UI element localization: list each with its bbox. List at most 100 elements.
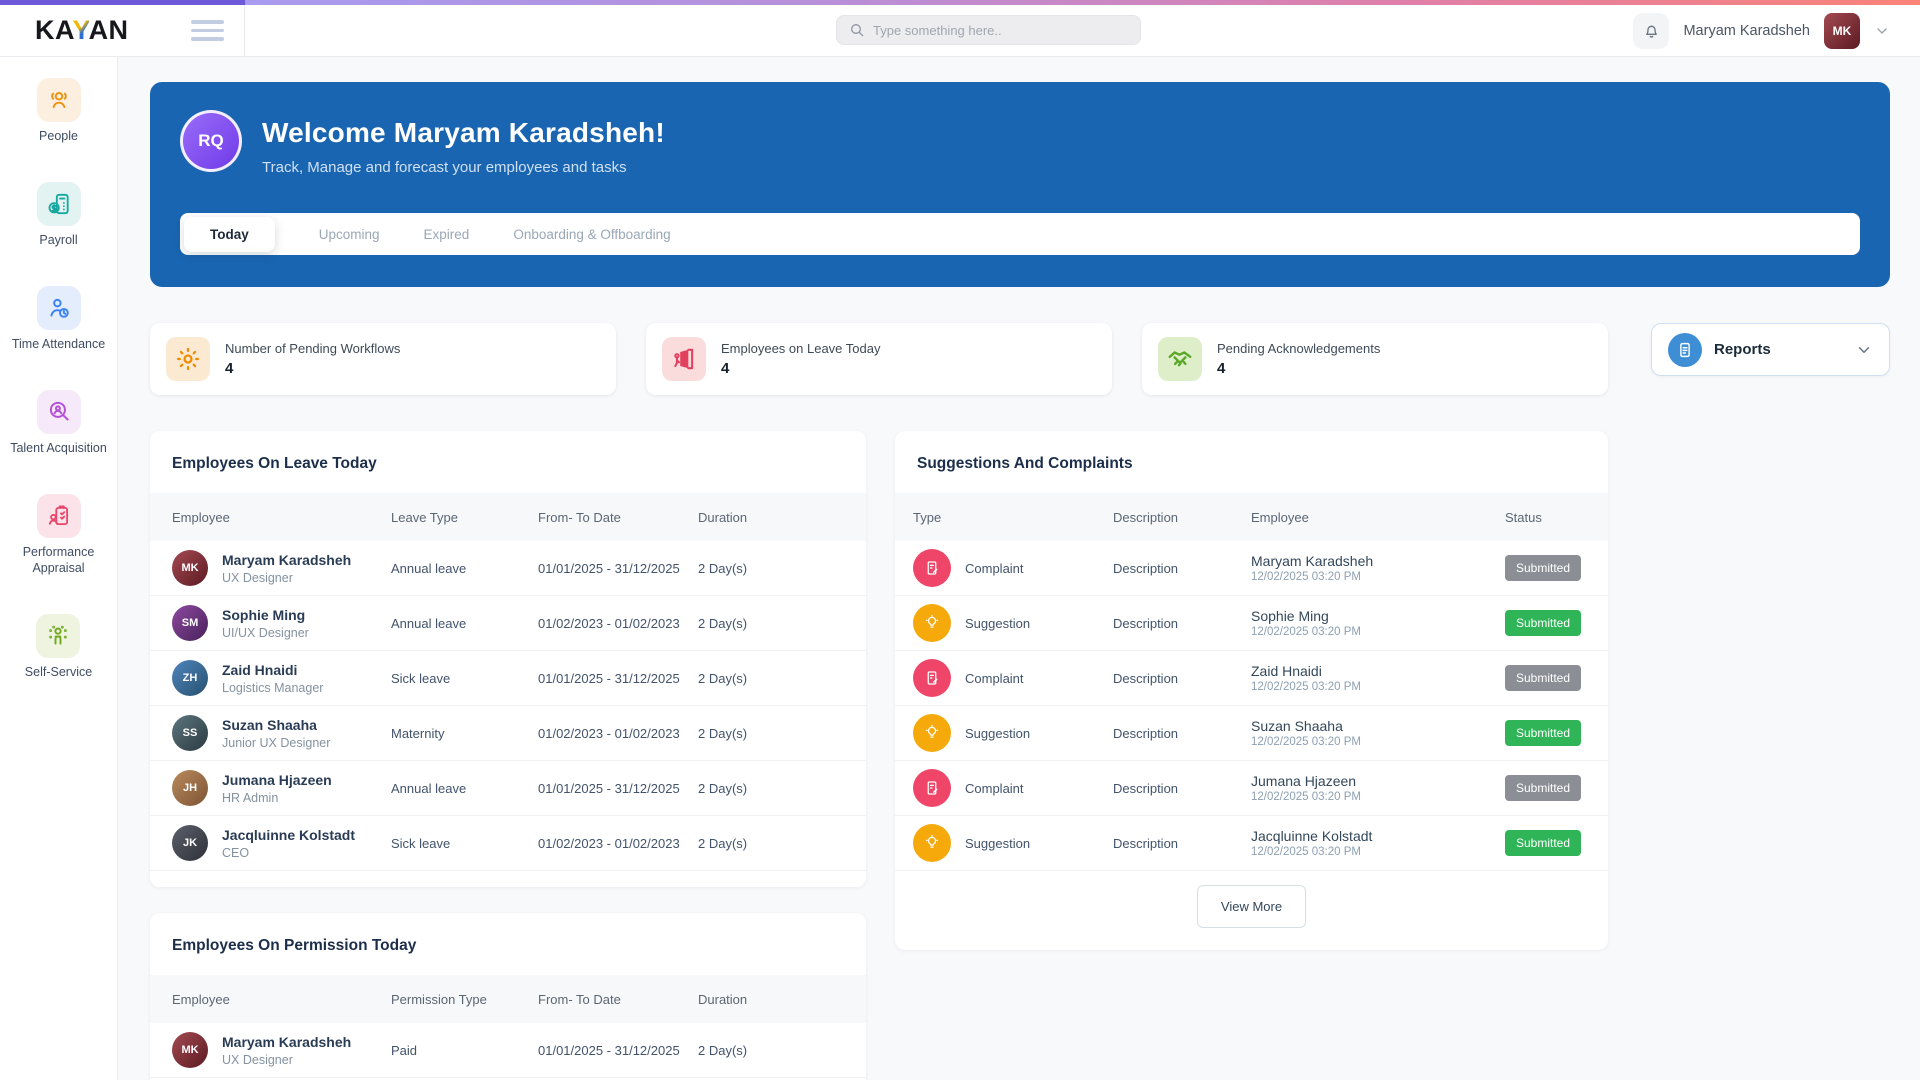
user-avatar[interactable]: MK <box>1824 13 1860 49</box>
stat-label: Pending Acknowledgements <box>1217 341 1381 356</box>
leave-type: Annual leave <box>391 780 467 796</box>
description: Description <box>1113 780 1179 796</box>
sidebar-item-performance-appraisal[interactable]: Performance Appraisal <box>4 494 114 576</box>
table-header: Employee Leave Type From- To Date Durati… <box>150 493 866 541</box>
type-label: Suggestion <box>965 725 1031 741</box>
status-badge: Submitted <box>1505 555 1582 581</box>
employee-name: Jumana Hjazeen <box>1251 773 1357 789</box>
date-range: 01/01/2025 - 31/12/2025 <box>538 1042 680 1058</box>
sidebar-item-people[interactable]: People <box>36 78 81 144</box>
sidebar-item-self-service[interactable]: Self-Service <box>25 614 92 680</box>
duration: 2 Day(s) <box>698 560 748 576</box>
stat-pending-acknowledgements: Pending Acknowledgements 4 <box>1142 323 1608 395</box>
description: Description <box>1113 725 1179 741</box>
sidebar-item-time-attendance[interactable]: Time Attendance <box>12 286 105 352</box>
main-content: RQ Welcome Maryam Karadsheh! Track, Mana… <box>118 57 1920 1080</box>
employee-name: Jacqluinne Kolstadt <box>1251 828 1373 844</box>
topbar: KAYAN Maryam Karadsheh MK <box>0 5 1920 57</box>
reports-label: Reports <box>1714 341 1771 358</box>
search-input[interactable] <box>873 22 1128 38</box>
chevron-down-icon[interactable] <box>1874 23 1890 39</box>
avatar: SM <box>172 605 208 641</box>
search-bar[interactable] <box>836 15 1141 45</box>
employee-name: Maryam Karadsheh <box>222 551 352 568</box>
table-header: Employee Permission Type From- To Date D… <box>150 975 866 1023</box>
date-range: 01/02/2023 - 01/02/2023 <box>538 835 680 851</box>
leave-type: Annual leave <box>391 560 467 576</box>
tab-onboarding-offboarding[interactable]: Onboarding & Offboarding <box>513 227 670 242</box>
card-title: Suggestions And Complaints <box>917 455 1133 472</box>
avatar: JH <box>172 770 208 806</box>
timestamp: 12/02/2025 03:20 PM <box>1251 681 1361 693</box>
table-header: Type Description Employee Status <box>895 493 1608 541</box>
stat-value: 4 <box>225 360 234 377</box>
handshake-icon <box>1158 337 1202 381</box>
chevron-down-icon <box>1858 346 1870 353</box>
reports-dropdown[interactable]: Reports <box>1651 323 1890 376</box>
performance-appraisal-icon <box>36 494 81 538</box>
tab-upcoming[interactable]: Upcoming <box>319 227 380 242</box>
permission-type: Paid <box>391 1042 418 1058</box>
welcome-subtitle: Track, Manage and forecast your employee… <box>262 159 627 176</box>
banner-tabs: Today Upcoming Expired Onboarding & Offb… <box>180 213 1860 255</box>
sidebar-item-talent-acquisition[interactable]: Talent Acquisition <box>10 390 107 456</box>
duration: 2 Day(s) <box>698 835 748 851</box>
notifications-button[interactable] <box>1633 13 1670 49</box>
table-row: Suggestion Description Sophie Ming 12/02/… <box>895 596 1608 651</box>
employee-name: Maryam Karadsheh <box>222 1033 352 1050</box>
time-attendance-icon <box>36 286 81 330</box>
complaint-icon <box>913 549 951 587</box>
employees-on-permission-card: Employees On Permission Today Employee P… <box>150 913 866 1080</box>
stat-label: Number of Pending Workflows <box>225 341 401 356</box>
bell-icon <box>1646 25 1657 38</box>
description: Description <box>1113 835 1179 851</box>
timestamp: 12/02/2025 03:20 PM <box>1251 846 1361 858</box>
timestamp: 12/02/2025 03:20 PM <box>1251 626 1361 638</box>
leave-type: Maternity <box>391 725 445 741</box>
table-row: JH Jumana Hjazeen HR Admin Annual leave 01… <box>150 761 866 816</box>
stat-employees-on-leave: Employees on Leave Today 4 <box>646 323 1112 395</box>
type-label: Suggestion <box>965 615 1031 631</box>
timestamp: 12/02/2025 03:20 PM <box>1251 791 1361 803</box>
table-row: SM Sophie Ming UI/UX Designer Annual leave… <box>150 596 866 651</box>
employee-role: Junior UX Designer <box>222 735 331 750</box>
status-badge: Submitted <box>1505 610 1582 636</box>
employee-name: Sophie Ming <box>1251 608 1329 624</box>
status-badge: Submitted <box>1505 830 1582 856</box>
welcome-banner: RQ Welcome Maryam Karadsheh! Track, Mana… <box>150 82 1890 287</box>
type-label: Complaint <box>965 670 1024 686</box>
sidebar: People Payroll Time Attendance Talent Ac… <box>0 57 118 1080</box>
table-row: Complaint Description Zaid Hnaidi 12/02/2… <box>895 651 1608 706</box>
avatar: MK <box>172 1032 208 1068</box>
employee-name: Maryam Karadsheh <box>1251 553 1374 569</box>
view-more-button[interactable]: View More <box>1196 885 1307 928</box>
duration: 2 Day(s) <box>698 725 748 741</box>
sidebar-item-payroll[interactable]: Payroll <box>36 182 81 248</box>
kayan-logo: KAYAN <box>35 15 129 45</box>
table-row: Complaint Description Jumana Hjazeen 12/0… <box>895 761 1608 816</box>
type-label: Complaint <box>965 780 1024 796</box>
type-label: Suggestion <box>965 835 1031 851</box>
duration: 2 Day(s) <box>698 1042 748 1058</box>
tab-expired[interactable]: Expired <box>424 227 470 242</box>
employee-role: UX Designer <box>222 570 293 585</box>
table-row: MK Maryam Karadsheh UX Designer Paid 01/01… <box>150 1023 866 1078</box>
date-range: 01/02/2023 - 01/02/2023 <box>538 615 680 631</box>
card-title: Employees On Permission Today <box>172 937 417 954</box>
employee-name: Sophie Ming <box>222 606 306 623</box>
table-row: Suggestion Description Jacqluinne Kolsta… <box>895 816 1608 871</box>
status-badge: Submitted <box>1505 720 1582 746</box>
report-document-icon <box>1668 332 1702 367</box>
people-icon <box>36 78 81 122</box>
search-icon <box>851 24 864 37</box>
table-row: SS Suzan Shaaha Junior UX Designer Materni… <box>150 706 866 761</box>
stats-row: Number of Pending Workflows 4 Employees … <box>150 323 1890 395</box>
description: Description <box>1113 670 1179 686</box>
table-row: Suggestion Description Suzan Shaaha 12/02… <box>895 706 1608 761</box>
avatar: SS <box>172 715 208 751</box>
hamburger-menu-icon[interactable] <box>191 20 224 41</box>
date-range: 01/02/2023 - 01/02/2023 <box>538 725 680 741</box>
tab-today[interactable]: Today <box>184 216 275 252</box>
leave-door-icon <box>662 337 706 381</box>
avatar: MK <box>172 550 208 586</box>
